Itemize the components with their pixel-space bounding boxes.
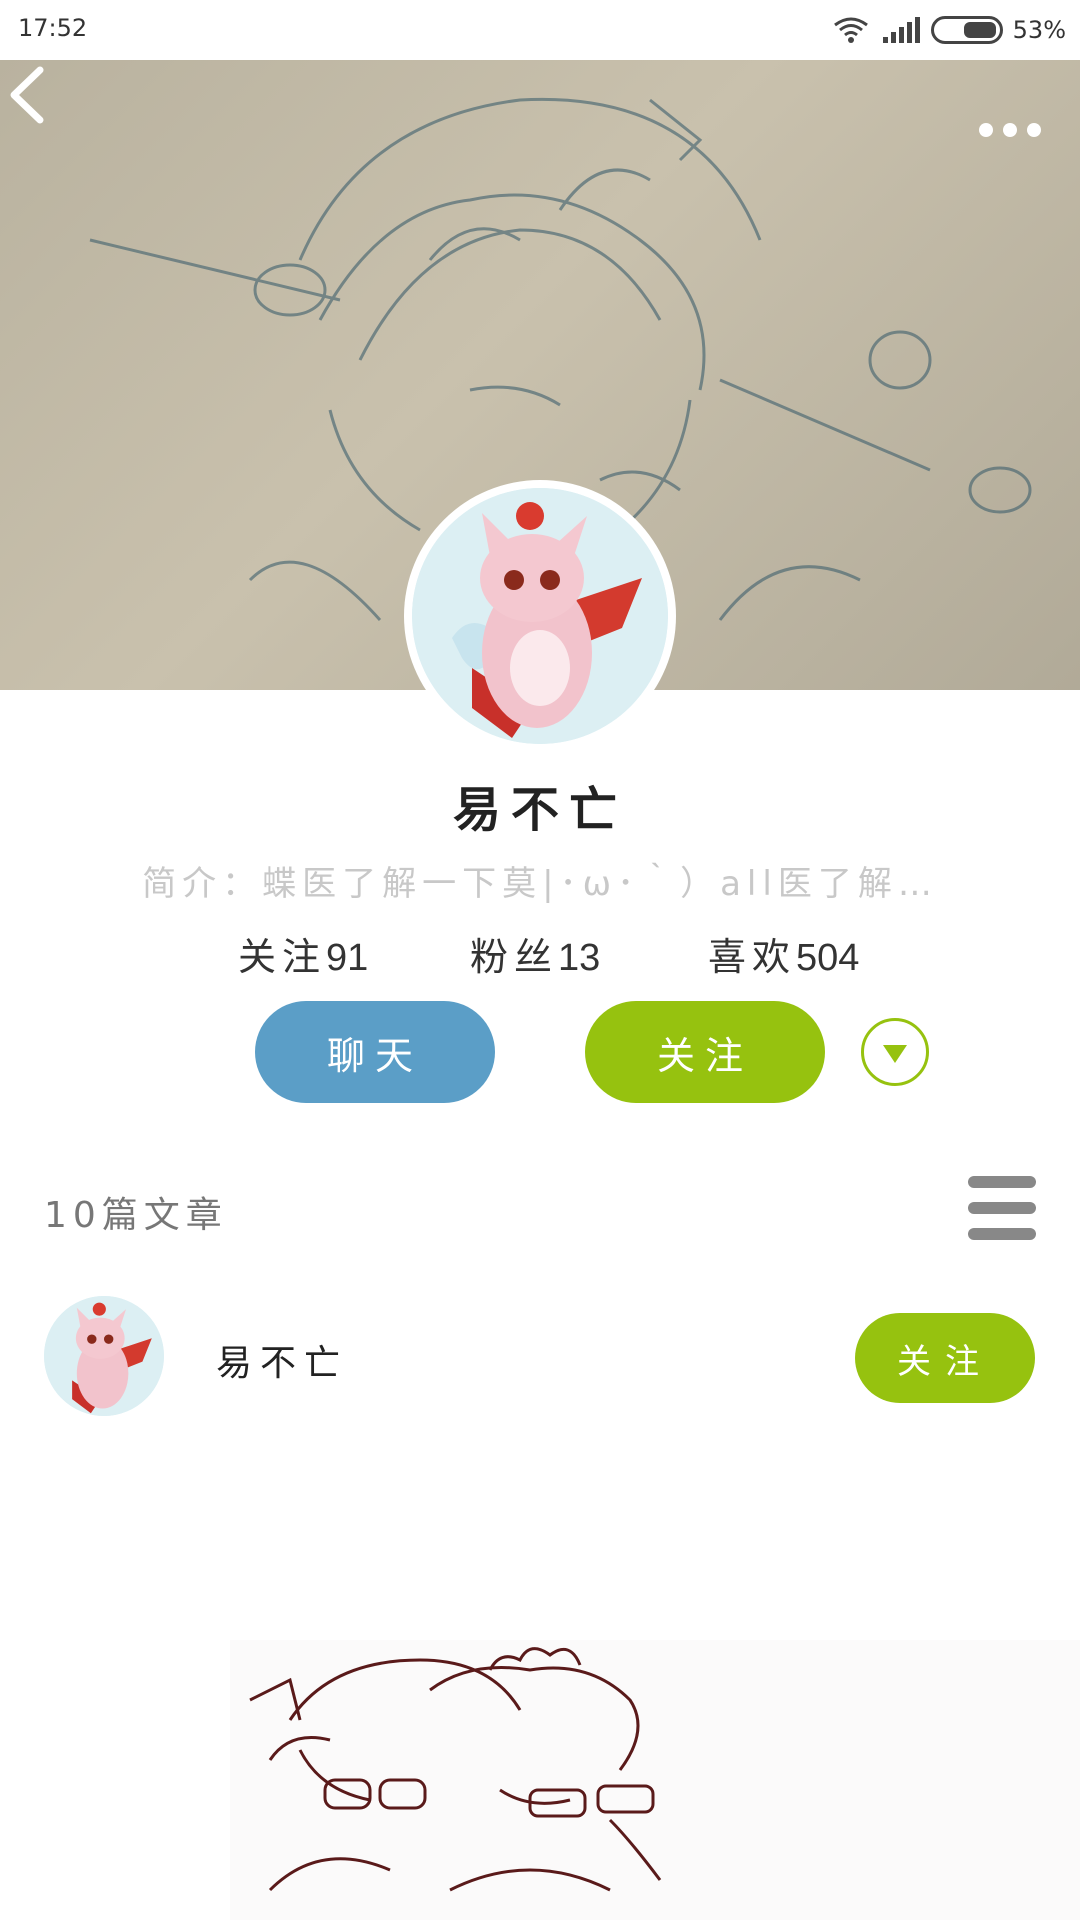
stat-followers-label: 粉丝	[470, 935, 559, 979]
more-icon	[979, 123, 993, 137]
article-count: 10篇文章	[44, 1195, 228, 1236]
article-cover-image[interactable]	[230, 1640, 1080, 1920]
list-menu-icon[interactable]	[968, 1176, 1036, 1240]
more-options-button[interactable]	[970, 115, 1050, 145]
profile-name: 易不亡	[452, 782, 627, 838]
profile-avatar[interactable]	[404, 480, 676, 752]
stat-likes-label: 喜欢	[708, 935, 797, 979]
stat-likes[interactable]: 喜欢504	[708, 926, 859, 981]
avatar-image	[412, 488, 668, 744]
back-button[interactable]	[0, 60, 60, 130]
status-bar: 17:52 53%	[0, 0, 1080, 60]
profile-intro[interactable]: 简介：蝶医了解一下莫|･ω･｀）all医了解…	[140, 856, 940, 905]
author-follow-button[interactable]: 关注	[855, 1313, 1035, 1403]
stat-followers-value: 13	[558, 937, 601, 979]
triangle-down-icon	[883, 1045, 907, 1063]
status-time: 17:52	[18, 14, 88, 42]
more-icon-dot	[1003, 123, 1017, 137]
stat-following[interactable]: 关注91	[238, 926, 368, 981]
wifi-icon	[833, 17, 868, 43]
list-menu-bar	[968, 1176, 1036, 1188]
stat-followers[interactable]: 粉丝13	[470, 926, 600, 981]
author-name[interactable]: 易不亡	[216, 1334, 348, 1386]
signal-icon	[882, 17, 920, 43]
list-menu-bar	[968, 1202, 1036, 1214]
battery-percent: 53%	[1012, 16, 1066, 44]
battery-icon	[930, 16, 1003, 44]
stat-likes-value: 504	[796, 937, 860, 979]
stat-following-label: 关注	[238, 935, 327, 979]
status-icons: 53%	[831, 12, 1066, 48]
list-menu-bar	[968, 1228, 1036, 1240]
profile-stats: 关注91 粉丝13 喜欢504	[0, 926, 1080, 979]
more-icon-dot	[1027, 123, 1041, 137]
author-avatar[interactable]	[44, 1296, 164, 1416]
article-author-row: 易不亡 关注	[0, 1296, 1080, 1426]
expand-button[interactable]	[861, 1018, 929, 1086]
follow-button[interactable]: 关注	[585, 1001, 825, 1103]
chat-button[interactable]: 聊天	[255, 1001, 495, 1103]
stat-following-value: 91	[326, 937, 369, 979]
